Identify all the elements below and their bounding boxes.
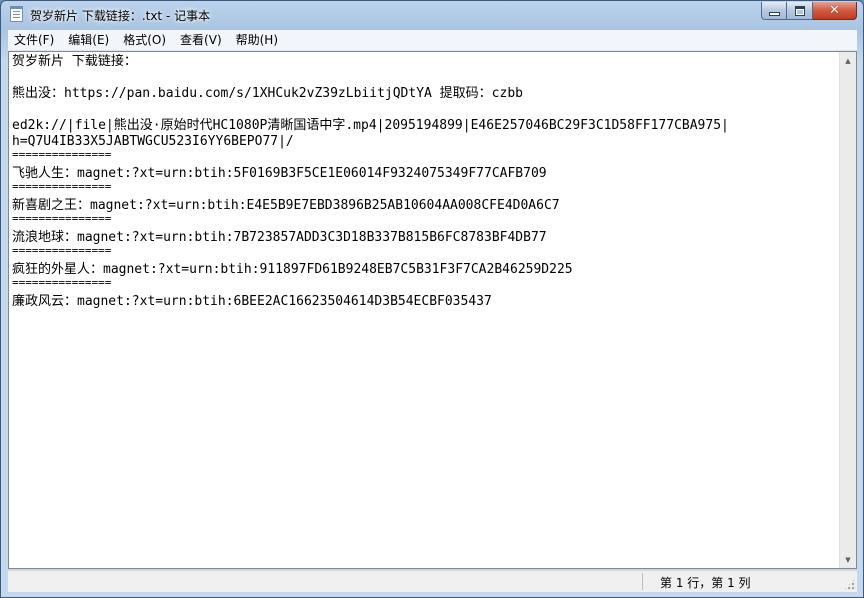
scroll-down-icon[interactable]: ▼ <box>840 551 856 568</box>
menu-bar: 文件(F) 编辑(E) 格式(O) 查看(V) 帮助(H) <box>8 30 857 51</box>
magnet-line-1: 飞驰人生：magnet:?xt=urn:btih:5F0169B3F5CE1E0… <box>12 166 547 181</box>
ed2k-line-2: h=Q7U4IB33X5JABTWGCU523I6YY6BEPO77|/ <box>12 134 294 149</box>
title-bar[interactable]: 贺岁新片 下载链接：.txt - 记事本 ✕ <box>1 1 863 29</box>
status-divider <box>642 573 643 590</box>
cursor-position: 第 1 行，第 1 列 <box>660 576 751 590</box>
menu-view[interactable]: 查看(V) <box>174 30 228 50</box>
separator-line: =============== <box>12 148 112 161</box>
maximize-button[interactable] <box>787 2 813 20</box>
scroll-up-icon[interactable]: ▲ <box>840 52 856 69</box>
menu-help[interactable]: 帮助(H) <box>230 30 284 50</box>
close-icon: ✕ <box>829 3 840 18</box>
magnet-line-5: 廉政风云：magnet:?xt=urn:btih:6BEE2AC16623504… <box>12 294 492 309</box>
vertical-scrollbar[interactable]: ▲ ▼ <box>839 52 856 568</box>
document-text[interactable]: 贺岁新片 下载链接： 熊出没：https://pan.baidu.com/s/1… <box>12 54 838 564</box>
menu-edit[interactable]: 编辑(E) <box>62 30 115 50</box>
separator-line: =============== <box>12 244 112 257</box>
separator-line: =============== <box>12 212 112 225</box>
doc-heading: 贺岁新片 下载链接： <box>12 54 137 69</box>
magnet-line-3: 流浪地球：magnet:?xt=urn:btih:7B723857ADD3C3D… <box>12 230 547 245</box>
separator-line: =============== <box>12 180 112 193</box>
magnet-line-2: 新喜剧之王：magnet:?xt=urn:btih:E4E5B9E7EBD389… <box>12 198 560 213</box>
minimize-icon <box>768 11 780 16</box>
separator-line: =============== <box>12 276 112 289</box>
ed2k-line-1: ed2k://|file|熊出没·原始时代HC1080P清晰国语中字.mp4|2… <box>12 118 729 133</box>
menu-format[interactable]: 格式(O) <box>117 30 172 50</box>
status-bar: 第 1 行，第 1 列 <box>8 570 857 592</box>
caption-buttons: ✕ <box>761 2 857 21</box>
close-button[interactable]: ✕ <box>813 2 857 20</box>
magnet-line-4: 疯狂的外星人：magnet:?xt=urn:btih:911897FD61B92… <box>12 262 573 277</box>
maximize-icon <box>794 5 805 16</box>
minimize-button[interactable] <box>761 2 787 20</box>
notepad-window: 贺岁新片 下载链接：.txt - 记事本 ✕ 文件(F) 编辑(E) 格式(O)… <box>0 0 864 598</box>
menu-file[interactable]: 文件(F) <box>8 30 60 50</box>
resize-grip-icon[interactable] <box>844 579 855 590</box>
notepad-icon[interactable] <box>10 6 23 22</box>
pan-link-line: 熊出没：https://pan.baidu.com/s/1XHCuk2vZ39z… <box>12 86 523 101</box>
window-title: 贺岁新片 下载链接：.txt - 记事本 <box>30 9 211 23</box>
text-editor-area[interactable]: 贺岁新片 下载链接： 熊出没：https://pan.baidu.com/s/1… <box>8 51 857 569</box>
